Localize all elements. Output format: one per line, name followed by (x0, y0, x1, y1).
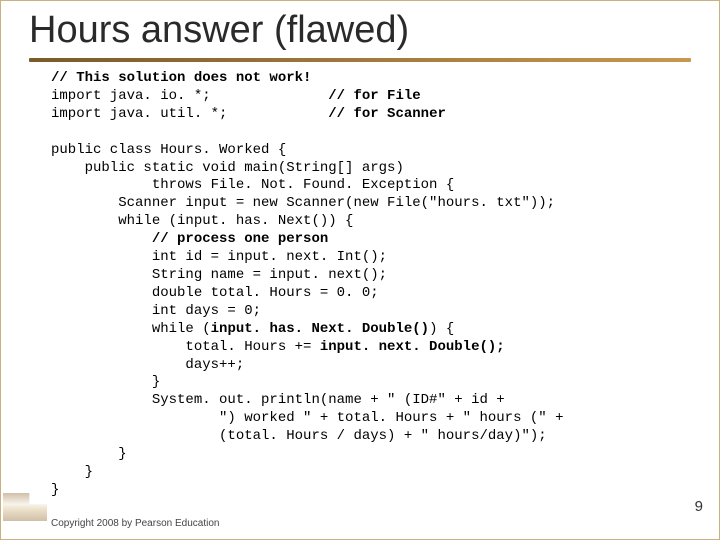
code-line: } (51, 374, 160, 390)
code-line: import java. util. *; (51, 106, 328, 122)
slide-title: Hours answer (flawed) (29, 9, 719, 52)
code-line: } (51, 446, 127, 462)
decorative-graphic (3, 493, 47, 521)
code-line: ") worked " + total. Hours + " hours (" … (51, 410, 563, 426)
code-bold: input. has. Next. Double() (211, 321, 429, 337)
code-line: public class Hours. Worked { (51, 142, 286, 158)
title-underline (29, 58, 691, 62)
code-line: // process one person (51, 231, 328, 247)
code-bold: input. next. Double(); (320, 339, 505, 355)
code-line: throws File. Not. Found. Exception { (51, 177, 454, 193)
code-line: double total. Hours = 0. 0; (51, 285, 379, 301)
code-comment: // for Scanner (328, 106, 446, 122)
code-line: ) { (429, 321, 454, 337)
code-line: public static void main(String[] args) (51, 160, 404, 176)
code-line: String name = input. next(); (51, 267, 387, 283)
code-line: import java. io. *; (51, 88, 328, 104)
code-line: } (51, 482, 59, 498)
slide: Hours answer (flawed) // This solution d… (0, 0, 720, 540)
code-line: days++; (51, 357, 244, 373)
code-line: Scanner input = new Scanner(new File("ho… (51, 195, 555, 211)
code-line: // This solution does not work! (51, 70, 311, 86)
page-number: 9 (695, 498, 703, 515)
code-block: // This solution does not work! import j… (51, 70, 719, 500)
code-line: while (input. has. Next()) { (51, 213, 353, 229)
code-line: total. Hours += (51, 339, 320, 355)
code-line: } (51, 464, 93, 480)
code-comment: // for File (328, 88, 420, 104)
code-line: int days = 0; (51, 303, 261, 319)
code-line: (total. Hours / days) + " hours/day)"); (51, 428, 547, 444)
code-line: while ( (51, 321, 211, 337)
code-line: int id = input. next. Int(); (51, 249, 387, 265)
code-line: System. out. println(name + " (ID#" + id… (51, 392, 505, 408)
copyright-text: Copyright 2008 by Pearson Education (51, 518, 219, 529)
